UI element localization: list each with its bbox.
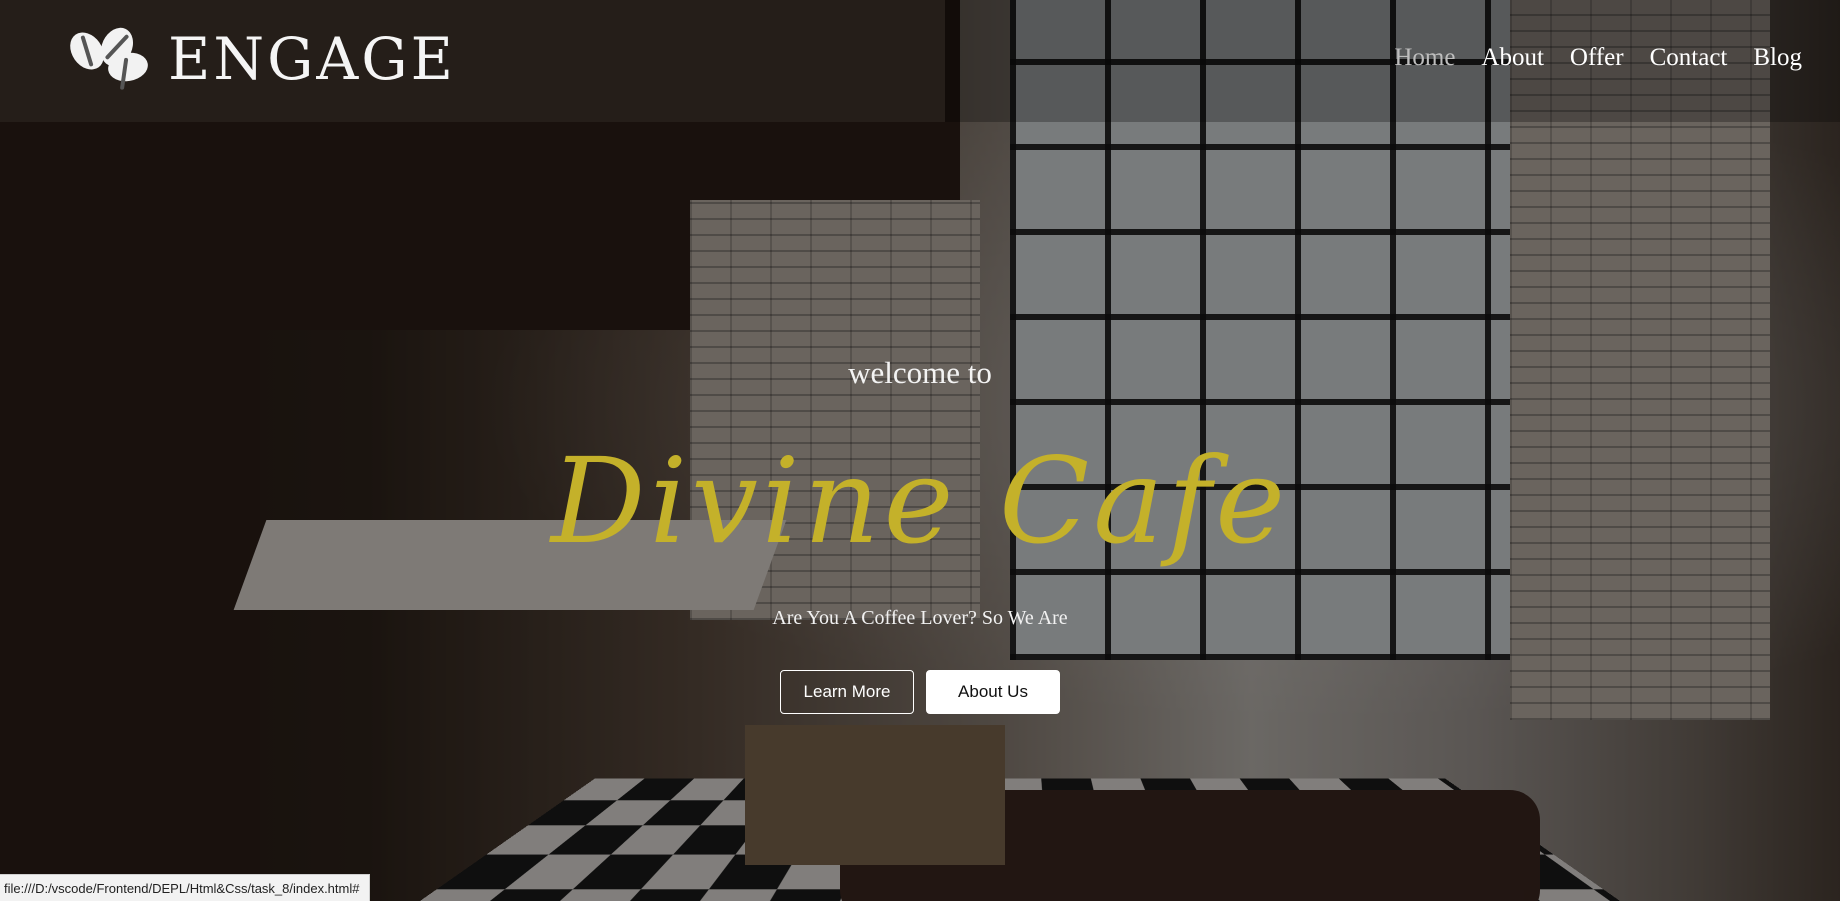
hero-buttons: Learn More About Us <box>0 670 1840 714</box>
welcome-text: welcome to <box>848 355 992 390</box>
nav-item-contact[interactable]: Contact <box>1650 44 1728 72</box>
nav-item-offer[interactable]: Offer <box>1570 44 1624 72</box>
nav-item-about[interactable]: About <box>1481 44 1544 72</box>
brand[interactable]: ENGAGE <box>63 22 456 94</box>
status-bar-url: file:///D:/vscode/Frontend/DEPL/Html&Css… <box>0 874 371 901</box>
about-us-button[interactable]: About Us <box>926 670 1060 714</box>
header-bar: ENGAGE <box>0 0 945 122</box>
hero-tagline: Are You A Coffee Lover? So We Are <box>772 607 1068 629</box>
nav-item-home[interactable]: Home <box>1394 44 1455 72</box>
main-nav: Home About Offer Contact Blog <box>1394 44 1802 72</box>
learn-more-button[interactable]: Learn More <box>780 670 914 714</box>
nav-item-blog[interactable]: Blog <box>1753 44 1802 72</box>
hero-title: Divine Cafe <box>550 432 1290 570</box>
header-bar-right: Home About Offer Contact Blog <box>945 0 1840 122</box>
brand-name: ENGAGE <box>168 25 456 93</box>
coffee-beans-icon <box>63 22 151 91</box>
